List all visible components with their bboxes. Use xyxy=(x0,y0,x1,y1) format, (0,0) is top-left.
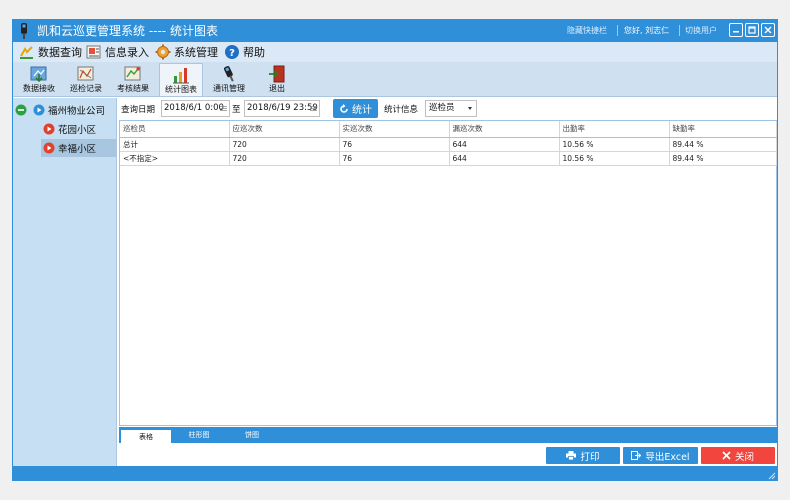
column-header[interactable]: 实巡次数 xyxy=(339,121,450,138)
minimize-icon xyxy=(733,31,739,33)
tab-pie-chart[interactable]: 饼图 xyxy=(227,428,277,443)
tree-child-label: 幸福小区 xyxy=(58,144,97,155)
title-bar: 凯和云巡更管理系统 ---- 统计图表 隐藏快捷栏 您好, 刘志仁 切换用户 xyxy=(13,20,777,42)
switch-user-link[interactable]: 切换用户 xyxy=(685,25,717,37)
print-button[interactable]: 打印 xyxy=(546,447,620,464)
close-button[interactable]: 关闭 xyxy=(701,447,775,464)
map-check-icon xyxy=(124,66,141,81)
menu-system-admin[interactable]: 系统管理 xyxy=(155,42,218,62)
tool-statistics-chart[interactable]: 统计图表 xyxy=(159,63,203,96)
svg-text:?: ? xyxy=(229,48,235,59)
table-cell: 644 xyxy=(449,137,560,152)
table-cell: 76 xyxy=(339,151,450,166)
table-cell: <不指定> xyxy=(120,151,230,166)
statistics-button[interactable]: 统计 xyxy=(333,99,378,118)
stats-grid: 巡检员 应巡次数 实巡次数 漏巡次数 出勤率 缺勤率 总计 720 76 644… xyxy=(119,120,777,426)
calendar-icon[interactable] xyxy=(310,105,317,112)
resize-grip-icon[interactable] xyxy=(768,472,776,480)
grid-header-row: 巡检员 应巡次数 实巡次数 漏巡次数 出勤率 缺勤率 xyxy=(120,121,777,138)
close-window-button[interactable] xyxy=(761,23,775,37)
table-cell: 10.56 % xyxy=(559,137,670,152)
map-route-icon xyxy=(77,66,94,81)
refresh-icon xyxy=(340,103,348,113)
close-icon xyxy=(722,451,731,460)
collapse-icon[interactable] xyxy=(15,104,27,116)
map-download-icon xyxy=(30,66,47,83)
tree-root-item[interactable]: 福州物业公司 xyxy=(15,101,105,119)
gear-icon xyxy=(155,44,171,60)
title-separator xyxy=(617,25,618,36)
table-cell: 10.56 % xyxy=(559,151,670,166)
column-header[interactable]: 出勤率 xyxy=(559,121,670,138)
export-excel-button[interactable]: 导出Excel xyxy=(623,447,698,464)
photo-card-icon xyxy=(86,45,101,59)
table-cell: 89.44 % xyxy=(669,137,777,152)
column-header[interactable]: 漏巡次数 xyxy=(449,121,560,138)
menu-info-entry[interactable]: 信息录入 xyxy=(86,42,149,62)
tree-child-item[interactable]: 花园小区 xyxy=(43,120,96,138)
exit-door-icon xyxy=(269,65,285,83)
menu-data-query[interactable]: 数据查询 xyxy=(19,42,82,62)
calendar-icon[interactable] xyxy=(220,105,227,112)
printer-icon xyxy=(566,451,577,460)
tool-communication[interactable]: 通讯管理 xyxy=(207,63,251,96)
end-date-input[interactable]: 2018/6/19 23:59 xyxy=(244,100,320,117)
help-icon: ? xyxy=(225,45,239,59)
stat-info-select[interactable]: 巡检员 xyxy=(425,100,477,117)
table-row[interactable]: 总计 720 76 644 10.56 % 89.44 % xyxy=(120,137,777,152)
table-cell: 76 xyxy=(339,137,450,152)
menu-bar: 数据查询 信息录入 系统管理 ? 帮助 xyxy=(13,42,777,62)
table-cell: 89.44 % xyxy=(669,151,777,166)
tool-assessment-results[interactable]: 考核结果 xyxy=(111,63,155,96)
filter-bar: 查询日期 2018/6/1 0:00 至 2018/6/19 23:59 统计 … xyxy=(119,99,775,119)
tab-table[interactable]: 表格 xyxy=(121,428,171,443)
reader-device-icon xyxy=(21,23,27,39)
title-separator xyxy=(679,25,680,36)
tab-bar-chart[interactable]: 柱形图 xyxy=(174,428,224,443)
window-title: 凯和云巡更管理系统 ---- 统计图表 xyxy=(37,24,218,38)
tool-exit[interactable]: 退出 xyxy=(255,63,299,96)
menu-help[interactable]: ? 帮助 xyxy=(224,42,265,62)
column-header[interactable]: 应巡次数 xyxy=(229,121,340,138)
play-circle-icon xyxy=(33,104,45,116)
column-header[interactable]: 巡检员 xyxy=(120,121,230,138)
maximize-icon xyxy=(748,26,756,34)
reader-device-icon xyxy=(223,66,234,82)
date-label: 查询日期 xyxy=(121,105,156,115)
table-cell: 720 xyxy=(229,137,340,152)
tool-patrol-records[interactable]: 巡检记录 xyxy=(64,63,108,96)
toolbar: 数据接收 巡检记录 考核结果 统计图表 通讯管理 退出 xyxy=(13,62,777,97)
chevron-down-icon xyxy=(468,107,472,110)
minimize-button[interactable] xyxy=(729,23,743,37)
start-date-input[interactable]: 2018/6/1 0:00 xyxy=(161,100,230,117)
tool-data-receive[interactable]: 数据接收 xyxy=(17,63,61,96)
column-header[interactable]: 缺勤率 xyxy=(669,121,777,138)
close-icon xyxy=(764,26,772,34)
org-tree: 福州物业公司 花园小区 幸福小区 xyxy=(13,98,117,466)
bar-chart-icon xyxy=(173,68,189,84)
maximize-button[interactable] xyxy=(745,23,759,37)
table-cell: 720 xyxy=(229,151,340,166)
table-cell: 总计 xyxy=(120,137,230,152)
user-greeting: 您好, 刘志仁 xyxy=(624,26,670,35)
tree-child-label: 花园小区 xyxy=(58,125,97,136)
export-icon xyxy=(631,451,642,460)
app-window: 凯和云巡更管理系统 ---- 统计图表 隐藏快捷栏 您好, 刘志仁 切换用户 数… xyxy=(12,19,778,481)
tree-child-item-selected[interactable]: 幸福小区 xyxy=(41,139,116,157)
status-bar xyxy=(13,466,777,480)
table-cell: 644 xyxy=(449,151,560,166)
to-label: 至 xyxy=(232,105,241,115)
stat-info-label: 统计信息 xyxy=(384,105,419,115)
tree-root-label: 福州物业公司 xyxy=(48,106,106,117)
play-circle-icon xyxy=(43,123,55,135)
hide-shortcut-link[interactable]: 隐藏快捷栏 xyxy=(567,25,607,37)
view-tabs: 表格 柱形图 饼图 xyxy=(119,427,777,443)
pencil-check-icon xyxy=(20,46,33,59)
table-row[interactable]: <不指定> 720 76 644 10.56 % 89.44 % xyxy=(120,151,777,166)
play-circle-icon xyxy=(43,142,55,154)
